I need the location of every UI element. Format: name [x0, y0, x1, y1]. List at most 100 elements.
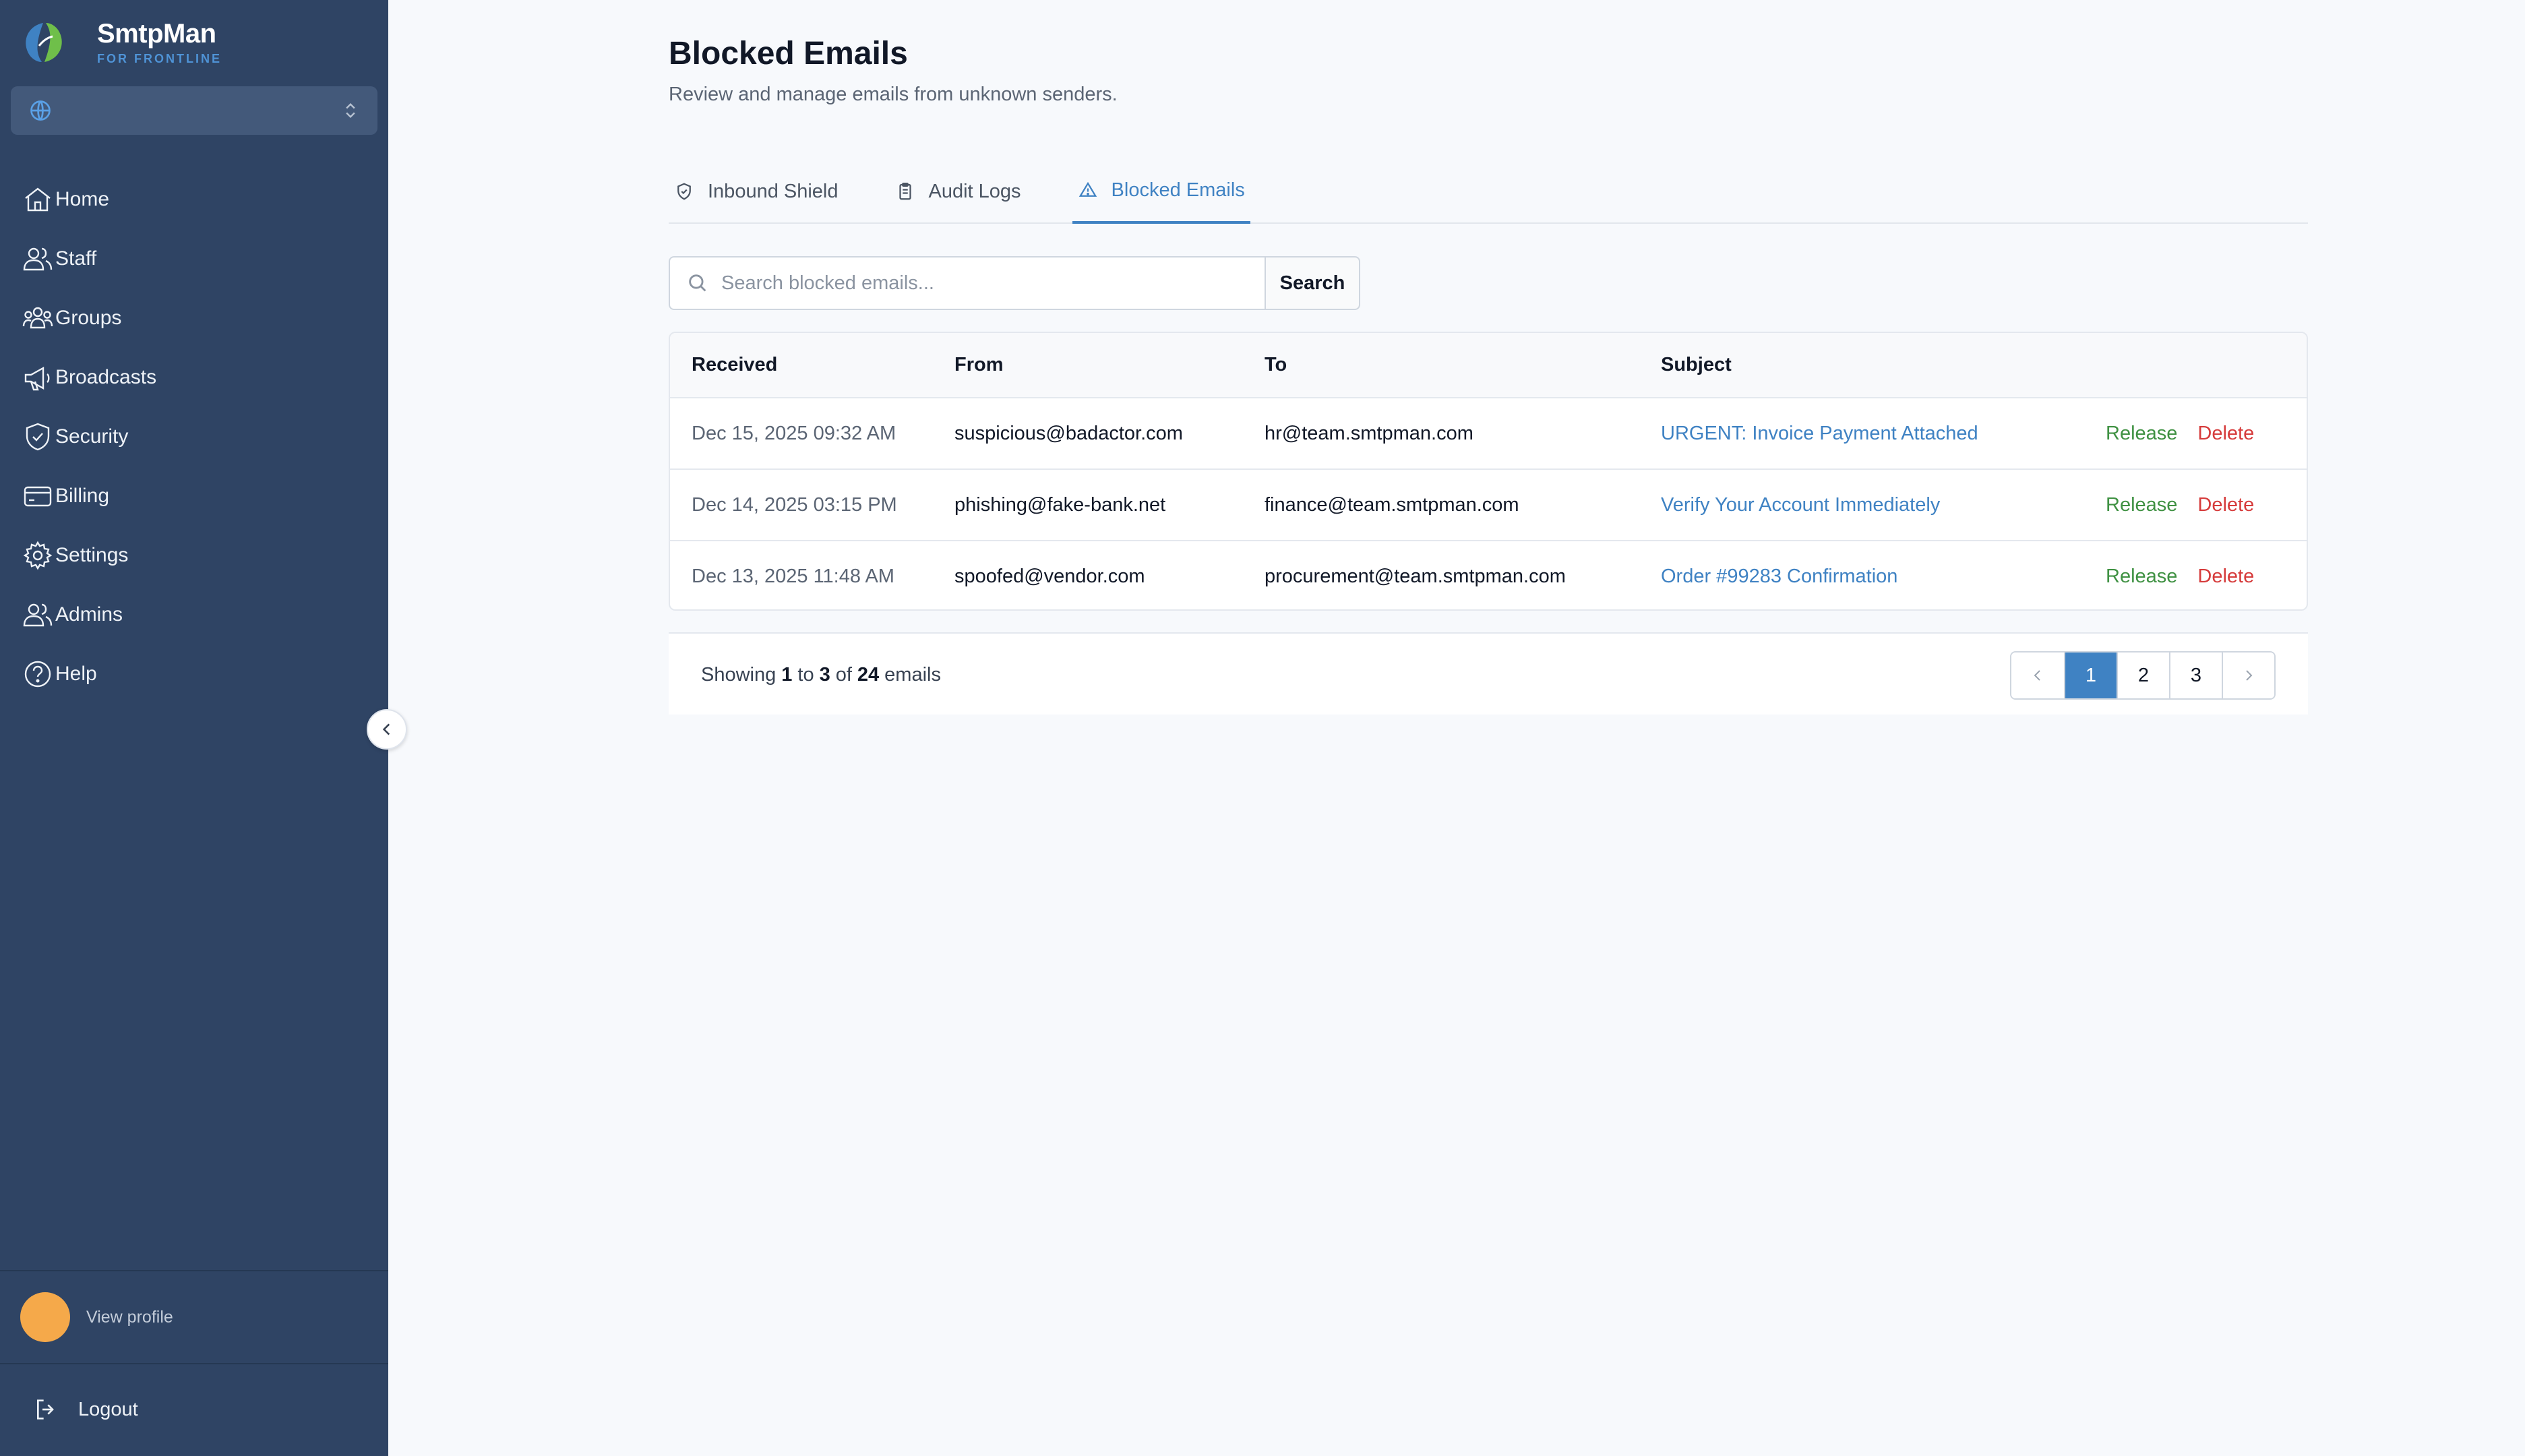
megaphone-icon: [24, 366, 50, 391]
showing-prefix: Showing: [701, 663, 777, 686]
cell-to: finance@team.smtpman.com: [1265, 493, 1519, 516]
page-title: Blocked Emails: [669, 36, 908, 71]
column-header-received[interactable]: Received: [670, 333, 954, 398]
home-icon: [25, 187, 51, 212]
page-button-2[interactable]: 2: [2117, 653, 2169, 698]
cell-to: hr@team.smtpman.com: [1265, 422, 1473, 444]
page-button-3[interactable]: 3: [2169, 653, 2222, 698]
warning-triangle-icon: [1078, 181, 1097, 197]
delete-button[interactable]: Delete: [2197, 566, 2254, 587]
column-header-to[interactable]: To: [1265, 333, 1661, 398]
delete-button[interactable]: Delete: [2197, 423, 2254, 444]
cell-from: suspicious@badactor.com: [954, 422, 1183, 444]
sidebar-item-broadcasts[interactable]: Broadcasts: [0, 348, 388, 407]
sidebar-item-label: Billing: [55, 485, 110, 507]
sidebar-item-label: Admins: [55, 603, 123, 626]
search-field[interactable]: [669, 256, 1265, 310]
previous-page-button[interactable]: [2011, 653, 2064, 698]
avatar[interactable]: [20, 1292, 70, 1342]
delete-button[interactable]: Delete: [2197, 494, 2254, 516]
cell-to: procurement@team.smtpman.com: [1265, 566, 1566, 587]
sidebar-item-label: Help: [55, 663, 97, 685]
release-button[interactable]: Release: [2106, 423, 2177, 444]
brand-name: SmtpMan: [97, 19, 216, 49]
cell-subject: Order #99283 Confirmation: [1661, 541, 2106, 609]
subject-link[interactable]: URGENT: Invoice Payment Attached: [1661, 423, 1978, 444]
sidebar-item-label: Security: [55, 425, 129, 448]
users-icon: [23, 603, 53, 627]
sidebar-item-label: Groups: [55, 307, 122, 329]
chevron-left-icon: [382, 723, 390, 735]
chevron-right-icon: [2246, 670, 2253, 681]
showing-of-word: of: [835, 663, 852, 686]
showing-from: 1: [781, 663, 793, 686]
sidebar-item-label: Settings: [55, 544, 129, 566]
showing-to-word: to: [797, 663, 814, 686]
logout-label: Logout: [78, 1398, 138, 1420]
sidebar-item-home[interactable]: Home: [0, 170, 388, 229]
pagination-bar: Showing 1 to 3 of 24 emails 1 2 3: [669, 632, 2308, 715]
logout-button[interactable]: Logout: [0, 1379, 388, 1440]
column-header-from[interactable]: From: [954, 333, 1265, 398]
organization-selector[interactable]: [11, 86, 377, 135]
search-input[interactable]: [721, 272, 1234, 295]
page-subtitle: Review and manage emails from unknown se…: [669, 84, 1118, 105]
pagination-summary: Showing 1 to 3 of 24 emails: [701, 634, 941, 716]
tab-audit-logs[interactable]: Audit Logs: [890, 159, 1027, 224]
sidebar-item-groups[interactable]: Groups: [0, 289, 388, 348]
sidebar-item-admins[interactable]: Admins: [0, 585, 388, 644]
column-header-subject[interactable]: Subject: [1661, 333, 2106, 398]
shield-check-icon: [677, 183, 691, 200]
gear-icon: [23, 541, 53, 570]
table-row: Dec 15, 2025 09:32 AM suspicious@badacto…: [670, 398, 2307, 469]
view-profile-link[interactable]: View profile: [86, 1308, 173, 1327]
brand[interactable]: SmtpMan FOR FRONTLINE: [19, 19, 222, 66]
tab-label: Audit Logs: [928, 180, 1021, 202]
chevron-left-icon: [2034, 670, 2040, 681]
search-bar: Search: [669, 256, 1360, 310]
shield-check-icon: [26, 423, 50, 451]
profile-area[interactable]: View profile: [0, 1270, 388, 1364]
sidebar-item-label: Home: [55, 188, 110, 210]
cell-actions: Release Delete: [2106, 541, 2307, 609]
tabs: Inbound Shield Audit Logs Blocked Emails: [669, 159, 2308, 224]
search-button[interactable]: Search: [1265, 256, 1360, 310]
cell-actions: Release Delete: [2106, 398, 2307, 469]
search-icon: [689, 274, 706, 292]
sidebar-item-security[interactable]: Security: [0, 407, 388, 466]
sidebar-item-settings[interactable]: Settings: [0, 526, 388, 585]
table-row: Dec 13, 2025 11:48 AM spoofed@vendor.com…: [670, 541, 2307, 609]
table-header-row: Received From To Subject: [670, 333, 2307, 398]
release-button[interactable]: Release: [2106, 494, 2177, 516]
subject-link[interactable]: Verify Your Account Immediately: [1661, 494, 1940, 516]
sidebar-item-help[interactable]: Help: [0, 644, 388, 704]
column-header-actions: [2106, 333, 2307, 398]
tab-label: Blocked Emails: [1111, 179, 1245, 201]
release-button[interactable]: Release: [2106, 566, 2177, 587]
cell-subject: Verify Your Account Immediately: [1661, 469, 2106, 541]
globe-icon: [30, 100, 51, 121]
credit-card-icon: [24, 486, 52, 507]
page-button-1[interactable]: 1: [2064, 653, 2117, 698]
tab-inbound-shield[interactable]: Inbound Shield: [669, 159, 844, 224]
clipboard-icon: [899, 183, 911, 200]
logout-icon: [37, 1399, 54, 1420]
showing-suffix: emails: [884, 663, 941, 686]
next-page-button[interactable]: [2222, 653, 2274, 698]
sidebar-item-label: Broadcasts: [55, 366, 157, 388]
brand-subtitle: FOR FRONTLINE: [97, 52, 222, 65]
sidebar-nav: Home Staff Groups Broadcasts Security Bi…: [0, 170, 388, 704]
main-content: Blocked Emails Review and manage emails …: [388, 0, 2525, 1456]
showing-total: 24: [857, 663, 880, 686]
cell-received: Dec 14, 2025 03:15 PM: [692, 493, 897, 516]
sidebar-item-billing[interactable]: Billing: [0, 466, 388, 526]
pagination-controls: 1 2 3: [2010, 651, 2276, 700]
help-circle-icon: [24, 661, 51, 688]
collapse-sidebar-button[interactable]: [367, 709, 407, 750]
chevrons-up-down-icon: [346, 103, 355, 118]
subject-link[interactable]: Order #99283 Confirmation: [1661, 566, 1897, 587]
sidebar-item-staff[interactable]: Staff: [0, 229, 388, 289]
tab-blocked-emails[interactable]: Blocked Emails: [1072, 159, 1250, 224]
group-icon: [22, 307, 53, 329]
cell-actions: Release Delete: [2106, 469, 2307, 541]
